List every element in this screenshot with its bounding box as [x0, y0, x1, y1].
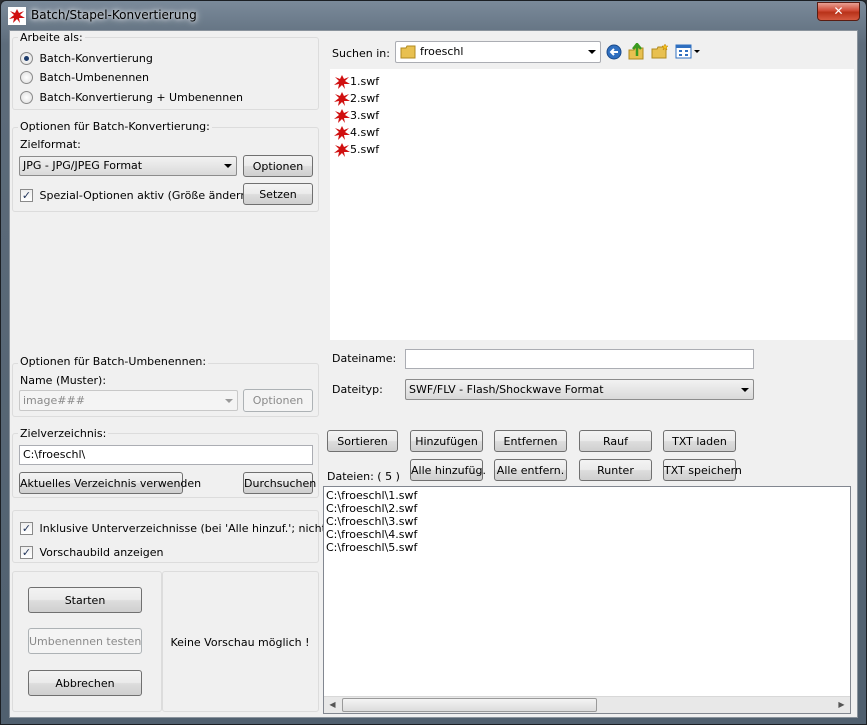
up-folder-icon[interactable] [628, 43, 644, 60]
convert-options-label: Optionen für Batch-Konvertierung: [18, 120, 212, 133]
file-name: 2.swf [350, 92, 380, 105]
list-item[interactable]: C:\froeschl\4.swf [326, 528, 417, 541]
dialog-window: Batch/Stapel-Konvertierung ✕ Arbeite als… [0, 0, 867, 725]
dialog-client-area: Arbeite als: Batch-Konvertierung Batch-U… [9, 30, 858, 718]
special-options-label: Spezial-Optionen aktiv (Größe ändern etc… [39, 188, 276, 202]
checkmark-icon: ✓ [20, 188, 33, 202]
horizontal-scrollbar[interactable]: ◀ ▶ [324, 696, 850, 713]
swf-file-icon [334, 109, 350, 123]
include-subdirs-checkbox[interactable]: ✓ Inklusive Unterverzeichnisse (bei 'All… [20, 521, 364, 535]
rename-options-button[interactable]: Optionen [243, 389, 313, 412]
add-button[interactable]: Hinzufügen [410, 430, 483, 452]
convert-options-button[interactable]: Optionen [243, 155, 313, 177]
mode-group-label: Arbeite als: [18, 31, 85, 44]
move-down-button[interactable]: Runter [579, 459, 652, 481]
filename-input[interactable] [405, 349, 754, 369]
radio-label: Batch-Umbenennen [39, 70, 150, 84]
list-item[interactable]: C:\froeschl\1.swf [326, 489, 417, 502]
look-in-label: Suchen in: [332, 47, 390, 60]
radio-indicator [20, 90, 33, 104]
start-button[interactable]: Starten [28, 587, 142, 613]
close-button[interactable]: ✕ [817, 2, 860, 21]
radio-label: Batch-Konvertierung + Umbenennen [39, 90, 244, 104]
checkmark-icon: ✓ [20, 521, 33, 535]
test-rename-button[interactable]: Umbenennen testen [28, 628, 142, 654]
include-subdirs-label: Inklusive Unterverzeichnisse (bei 'Alle … [39, 521, 364, 535]
list-item[interactable]: C:\froeschl\5.swf [326, 541, 417, 554]
remove-all-button[interactable]: Alle entfern. [494, 459, 567, 481]
move-up-button[interactable]: Rauf [579, 430, 652, 452]
swf-file-icon [334, 143, 350, 157]
sort-button[interactable]: Sortieren [327, 430, 398, 452]
show-preview-checkbox[interactable]: ✓ Vorschaubild anzeigen [20, 545, 164, 559]
load-txt-button[interactable]: TXT laden [663, 430, 736, 452]
scroll-right-icon[interactable]: ▶ [833, 697, 850, 713]
file-item[interactable]: 1.swf [334, 73, 854, 90]
list-item[interactable]: C:\froeschl\2.swf [326, 502, 417, 515]
radio-indicator [20, 70, 33, 84]
file-name: 1.swf [350, 75, 380, 88]
remove-button[interactable]: Entfernen [494, 430, 567, 452]
checkmark-icon: ✓ [20, 545, 33, 559]
close-icon: ✕ [833, 4, 844, 18]
target-format-select[interactable]: JPG - JPG/JPEG Format [19, 156, 237, 176]
list-item[interactable]: C:\froeschl\3.swf [326, 515, 417, 528]
add-all-button[interactable]: Alle hinzufüg. [410, 459, 486, 481]
chevron-down-icon [225, 398, 233, 403]
look-in-value: froeschl [420, 45, 464, 58]
pattern-label: Name (Muster): [20, 374, 107, 387]
filetype-select[interactable]: SWF/FLV - Flash/Shockwave Format [405, 379, 754, 400]
file-item[interactable]: 3.swf [334, 107, 854, 124]
special-options-checkbox[interactable]: ✓ Spezial-Optionen aktiv (Größe ändern e… [20, 188, 276, 202]
swf-file-icon [334, 92, 350, 106]
chevron-down-icon [224, 164, 232, 168]
file-item[interactable]: 2.swf [334, 90, 854, 107]
file-item[interactable]: 5.swf [334, 141, 854, 158]
new-folder-icon[interactable] [651, 43, 669, 60]
pattern-select[interactable]: image### [19, 390, 238, 411]
file-count-label: Dateien: ( 5 ) [327, 470, 400, 483]
file-browser-list[interactable]: 1.swf 2.swf 3.swf 4.swf 5.swf [330, 69, 854, 340]
target-dir-input[interactable]: C:\froeschl\ [19, 445, 313, 465]
radio-indicator [20, 51, 33, 65]
radio-label: Batch-Konvertierung [39, 51, 153, 65]
file-item[interactable]: 4.swf [334, 124, 854, 141]
use-current-dir-button[interactable]: Aktuelles Verzeichnis verwenden [19, 472, 201, 494]
back-arrow-icon[interactable] [606, 44, 622, 60]
preview-text: Keine Vorschau möglich ! [170, 636, 310, 649]
filetype-value: SWF/FLV - Flash/Shockwave Format [409, 383, 604, 396]
look-in-select[interactable]: froeschl [395, 41, 601, 63]
file-name: 4.swf [350, 126, 380, 139]
cancel-button[interactable]: Abbrechen [28, 670, 142, 696]
title-bar[interactable]: Batch/Stapel-Konvertierung ✕ [1, 1, 866, 29]
radio-batch-convert[interactable]: Batch-Konvertierung [20, 51, 153, 65]
file-name: 5.swf [350, 143, 380, 156]
chevron-down-icon [741, 387, 749, 392]
view-menu-icon[interactable] [675, 44, 701, 59]
filetype-label: Dateityp: [332, 383, 383, 396]
swf-file-icon [334, 75, 350, 89]
set-button[interactable]: Setzen [243, 183, 313, 205]
target-format-value: JPG - JPG/JPEG Format [23, 159, 143, 172]
target-dir-label: Zielverzeichnis: [18, 427, 109, 440]
pattern-value: image### [23, 394, 85, 407]
folder-icon [400, 45, 416, 59]
radio-batch-convert-rename[interactable]: Batch-Konvertierung + Umbenennen [20, 90, 243, 104]
chevron-down-icon [588, 50, 596, 54]
scrollbar-thumb[interactable] [342, 698, 597, 712]
show-preview-label: Vorschaubild anzeigen [39, 545, 164, 559]
save-txt-button[interactable]: TXT speichern [663, 459, 742, 481]
scroll-left-icon[interactable]: ◀ [324, 697, 341, 713]
file-name: 3.swf [350, 109, 380, 122]
radio-batch-rename[interactable]: Batch-Umbenennen [20, 70, 149, 84]
file-list[interactable]: C:\froeschl\1.swf C:\froeschl\2.swf C:\f… [323, 486, 851, 714]
swf-file-icon [334, 126, 350, 140]
filename-label: Dateiname: [332, 352, 397, 365]
target-format-label: Zielformat: [20, 138, 81, 151]
app-splat-icon [8, 7, 26, 25]
browse-button[interactable]: Durchsuchen [243, 472, 316, 494]
rename-options-label: Optionen für Batch-Umbenennen: [18, 355, 209, 368]
window-title: Batch/Stapel-Konvertierung [31, 8, 197, 22]
